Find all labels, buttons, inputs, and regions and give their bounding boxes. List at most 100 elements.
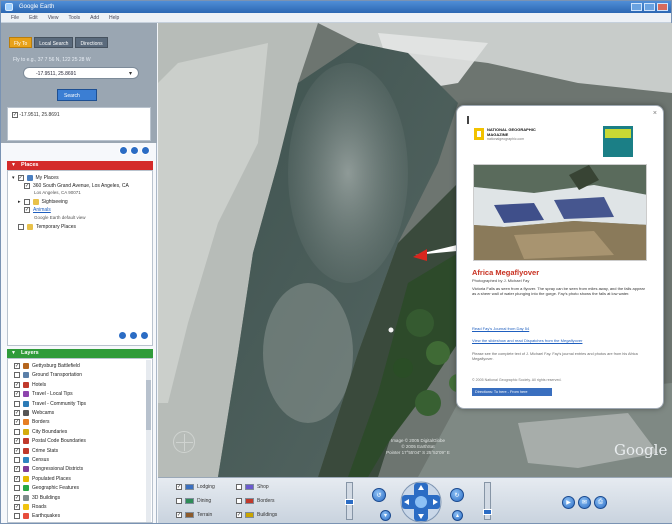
layer-item[interactable]: Congressional Districts bbox=[14, 466, 83, 473]
result-item[interactable]: -17.9511, 25.8691 bbox=[12, 112, 60, 118]
tree-item-animals[interactable]: Animals bbox=[24, 207, 51, 213]
email-button[interactable]: ✉ bbox=[578, 496, 591, 509]
layer-checkbox[interactable] bbox=[14, 494, 20, 501]
layer-checkbox[interactable] bbox=[14, 447, 20, 454]
layer-item[interactable]: Earthquakes bbox=[14, 513, 60, 520]
layer-checkbox[interactable] bbox=[236, 512, 242, 518]
slideshow-link[interactable]: View the slideshow and read Dispatches f… bbox=[472, 338, 650, 343]
zoom-slider-thumb[interactable] bbox=[345, 499, 354, 505]
layer-checkbox[interactable] bbox=[236, 498, 242, 504]
falls-photo[interactable] bbox=[473, 164, 647, 261]
layer-item[interactable]: Census bbox=[14, 457, 49, 463]
layer-toggle-terrain[interactable]: Terrain bbox=[176, 512, 212, 518]
panel-close-button[interactable] bbox=[141, 146, 150, 155]
layer-item[interactable]: 3D Buildings bbox=[14, 494, 60, 501]
collapse-arrow-icon[interactable]: ▼ bbox=[11, 162, 16, 168]
layer-toggle-shop[interactable]: Shop bbox=[236, 484, 269, 490]
layer-checkbox[interactable] bbox=[14, 381, 20, 388]
tab-fly-to[interactable]: Fly To bbox=[9, 37, 33, 48]
layer-checkbox[interactable] bbox=[14, 410, 20, 416]
panel-down-button[interactable] bbox=[129, 331, 138, 340]
layer-checkbox[interactable] bbox=[14, 363, 20, 369]
layer-item[interactable]: Roads bbox=[14, 504, 46, 510]
panel-up-button[interactable] bbox=[118, 331, 127, 340]
search-button[interactable]: Search bbox=[57, 89, 97, 101]
menu-add[interactable]: Add bbox=[90, 15, 99, 22]
menu-tools[interactable]: Tools bbox=[68, 15, 80, 22]
tree-checkbox[interactable] bbox=[18, 224, 24, 230]
play-tour-button[interactable]: ▶ bbox=[562, 496, 575, 509]
book-cover-image[interactable] bbox=[603, 126, 633, 157]
layer-item[interactable]: Gettysburg Battlefield bbox=[14, 363, 80, 369]
layer-checkbox[interactable] bbox=[14, 391, 20, 398]
layer-checkbox[interactable] bbox=[14, 485, 20, 492]
tree-checkbox[interactable] bbox=[17, 175, 24, 181]
layer-item[interactable]: Geographic Features bbox=[14, 485, 79, 492]
compass-icon[interactable] bbox=[173, 431, 195, 453]
menu-view[interactable]: View bbox=[48, 15, 59, 22]
menu-edit[interactable]: Edit bbox=[29, 15, 38, 22]
journal-link[interactable]: Read Fay's Journal from Day 54 bbox=[472, 326, 650, 331]
panel-down-button[interactable] bbox=[130, 146, 139, 155]
layer-checkbox[interactable] bbox=[176, 498, 182, 504]
tab-local-search[interactable]: Local Search bbox=[34, 37, 74, 48]
layer-checkbox[interactable] bbox=[14, 466, 20, 473]
layers-header[interactable]: ▼ Layers bbox=[7, 349, 153, 358]
layer-item[interactable]: Travel - Local Tips bbox=[14, 391, 73, 398]
layer-item[interactable]: Webcams bbox=[14, 410, 54, 416]
close-icon[interactable]: × bbox=[653, 110, 657, 117]
print-button[interactable]: ⎙ bbox=[594, 496, 607, 509]
scrollbar-thumb[interactable] bbox=[146, 380, 151, 430]
collapse-arrow-icon[interactable]: ▼ bbox=[11, 350, 16, 356]
places-header[interactable]: ▼ Places bbox=[7, 161, 153, 170]
tree-checkbox[interactable] bbox=[23, 199, 30, 205]
layer-item[interactable]: Ground Transportation bbox=[14, 372, 82, 379]
layers-scrollbar[interactable] bbox=[146, 360, 151, 522]
panel-up-button[interactable] bbox=[119, 146, 128, 155]
expand-icon[interactable]: ▸ bbox=[18, 199, 21, 205]
menu-file[interactable]: File bbox=[11, 15, 19, 22]
menu-help[interactable]: Help bbox=[109, 15, 119, 22]
tree-item-my-places[interactable]: ▾ My Places bbox=[12, 175, 59, 181]
layer-checkbox[interactable] bbox=[14, 372, 20, 379]
layer-item[interactable]: Borders bbox=[14, 419, 50, 426]
layer-item[interactable]: Populated Places bbox=[14, 475, 71, 482]
layer-checkbox[interactable] bbox=[14, 457, 20, 463]
tree-checkbox[interactable] bbox=[24, 183, 30, 189]
layer-checkbox[interactable] bbox=[176, 512, 182, 518]
tree-checkbox[interactable] bbox=[24, 207, 30, 213]
tree-item-temporary-places[interactable]: Temporary Places bbox=[18, 224, 76, 230]
layer-checkbox[interactable] bbox=[14, 513, 20, 520]
layer-item[interactable]: Hotels bbox=[14, 381, 46, 388]
layer-item[interactable]: City Boundaries bbox=[14, 428, 67, 435]
tilt-down-button[interactable]: ▾ bbox=[380, 510, 391, 521]
layer-checkbox[interactable] bbox=[236, 484, 242, 490]
close-button[interactable] bbox=[657, 3, 668, 11]
layer-checkbox[interactable] bbox=[14, 475, 20, 482]
layer-item[interactable]: Travel - Community Tips bbox=[14, 400, 86, 407]
layer-item[interactable]: Postal Code Boundaries bbox=[14, 438, 86, 445]
layer-checkbox[interactable] bbox=[14, 419, 20, 426]
pan-control[interactable] bbox=[400, 481, 442, 523]
maximize-button[interactable] bbox=[644, 3, 655, 11]
layer-item[interactable]: Crime Stats bbox=[14, 447, 58, 454]
tilt-slider-thumb[interactable] bbox=[483, 509, 492, 515]
tree-link-label[interactable]: Animals bbox=[33, 207, 51, 213]
panel-close-button[interactable] bbox=[140, 331, 149, 340]
layer-checkbox[interactable] bbox=[14, 428, 20, 435]
result-checkbox[interactable] bbox=[12, 112, 18, 118]
layer-checkbox[interactable] bbox=[14, 400, 20, 407]
layer-checkbox[interactable] bbox=[14, 438, 20, 445]
layer-toggle-dining[interactable]: Dining bbox=[176, 498, 211, 504]
layer-toggle-lodging[interactable]: Lodging bbox=[176, 484, 215, 490]
layer-checkbox[interactable] bbox=[14, 504, 20, 510]
expand-icon[interactable]: ▾ bbox=[12, 175, 15, 181]
tree-item-address[interactable]: 360 South Grand Avenue, Los Angeles, CA bbox=[24, 183, 129, 189]
layer-checkbox[interactable] bbox=[176, 484, 182, 490]
placemark-pointer[interactable] bbox=[413, 243, 459, 265]
rotate-left-button[interactable]: ↺ bbox=[372, 488, 386, 502]
minimize-button[interactable] bbox=[631, 3, 642, 11]
tilt-slider[interactable] bbox=[483, 482, 492, 520]
zoom-slider[interactable] bbox=[345, 482, 354, 520]
tilt-up-button[interactable]: ▴ bbox=[452, 510, 463, 521]
